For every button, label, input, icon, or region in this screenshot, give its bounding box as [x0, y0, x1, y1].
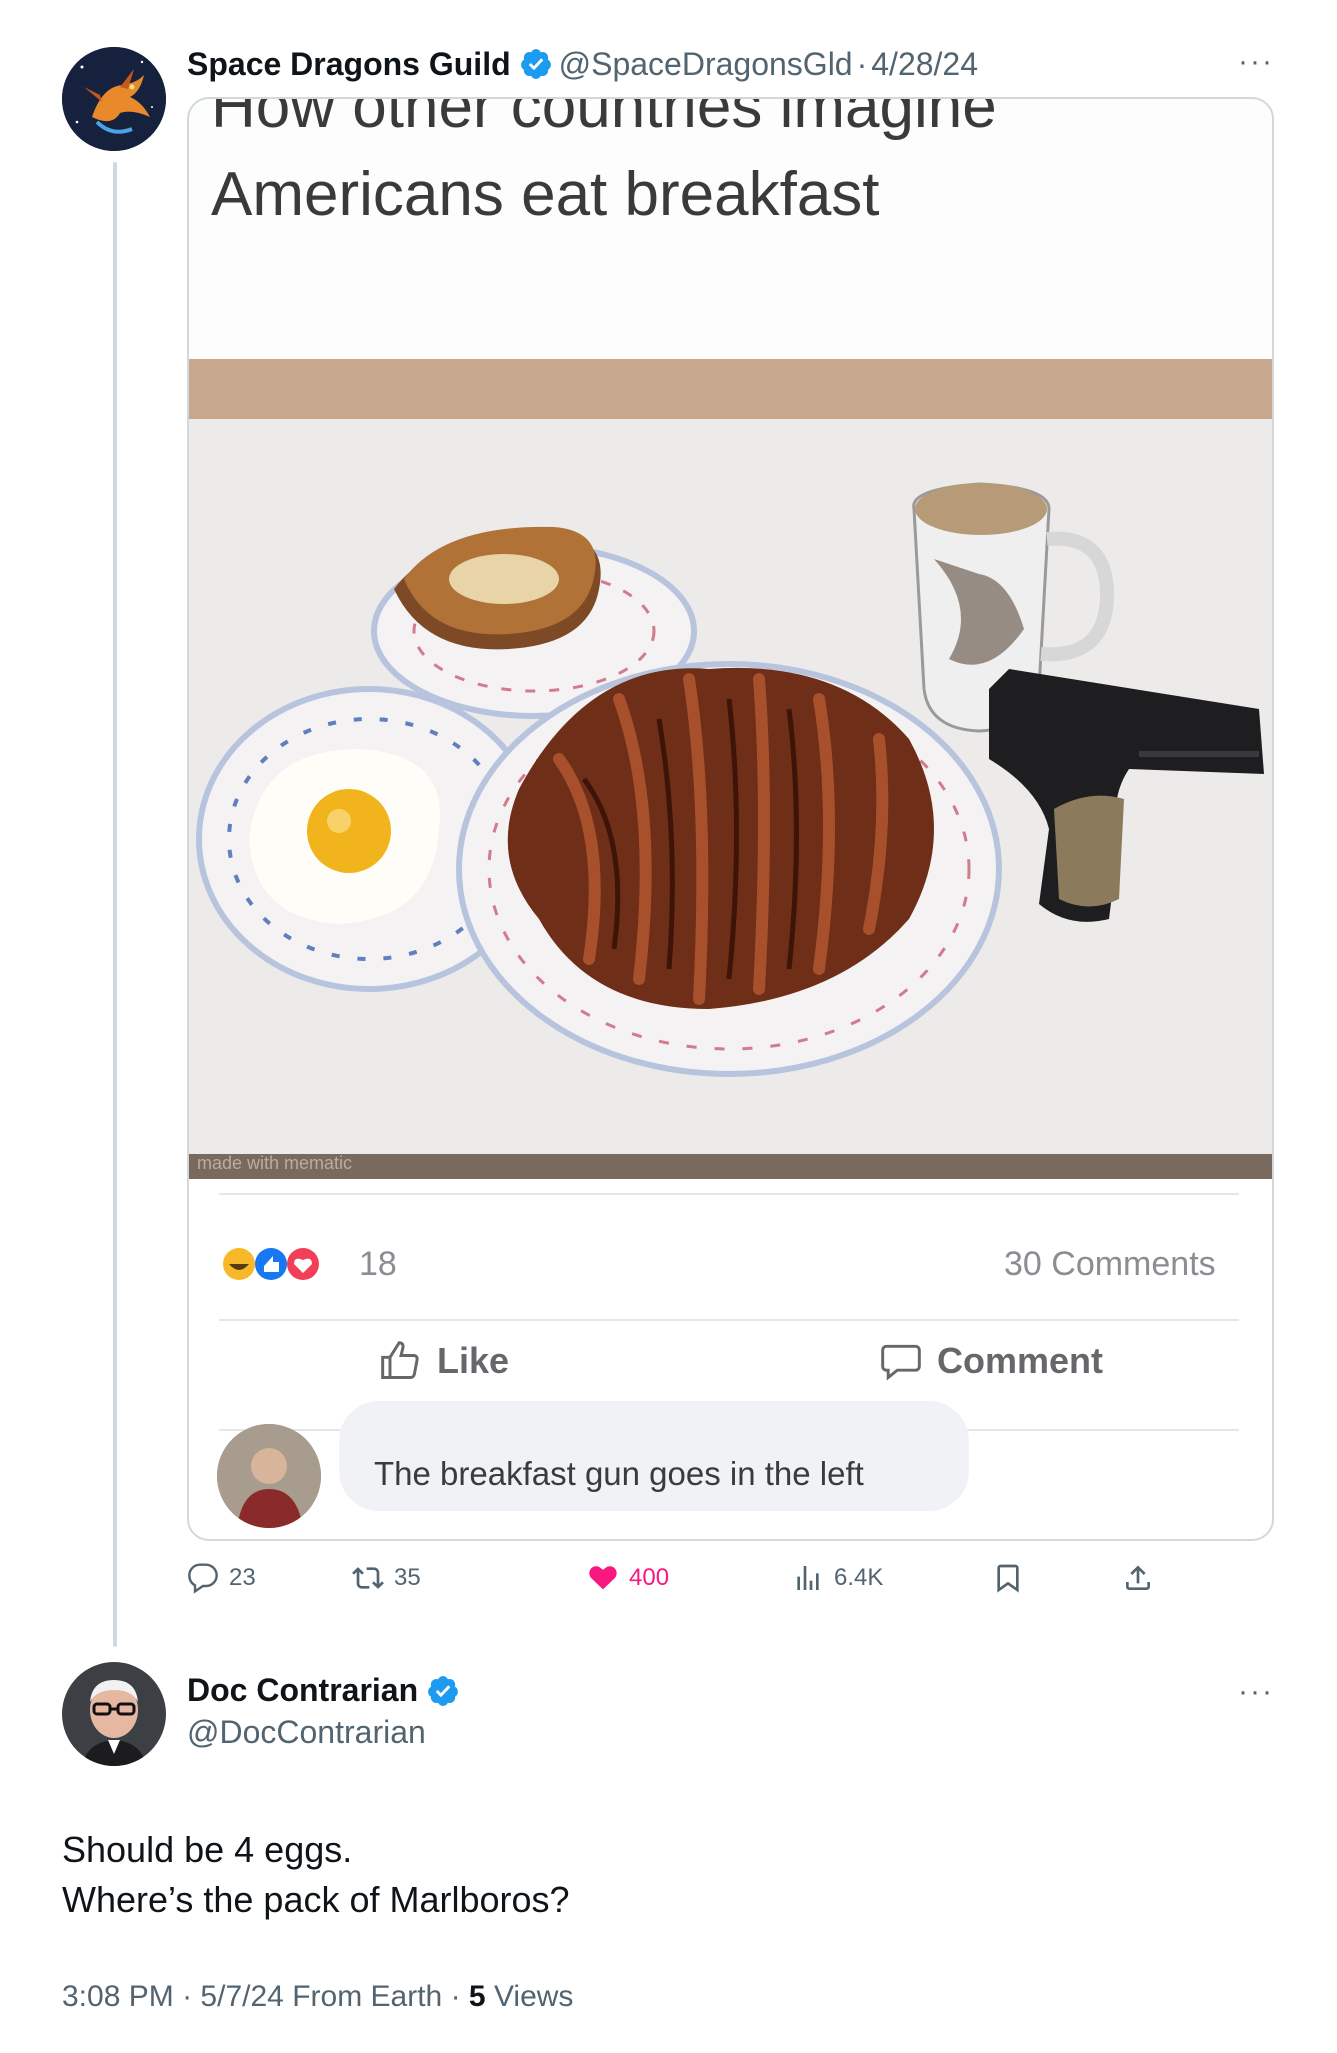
separator-dot: · — [182, 1980, 193, 2013]
fb-divider — [219, 1319, 1239, 1321]
separator-dot: · — [450, 1980, 461, 2013]
tweet1-media-card[interactable]: How other countries imagine Americans ea… — [187, 97, 1274, 1541]
tweet2-views-label: Views — [493, 1980, 574, 2013]
tweet1-more-button[interactable]: ··· — [1238, 47, 1274, 77]
verified-badge-icon — [520, 49, 551, 79]
share-upload-icon — [1126, 1565, 1150, 1590]
like-count: 400 — [629, 1564, 670, 1591]
fb-comments-count: 30 Comments — [1004, 1245, 1216, 1283]
tweet2-body-line2: Where’s the pack of Marlboros? — [62, 1879, 570, 1920]
tweet1-action-bar: 23 35 400 6.4K — [187, 1562, 1187, 1602]
tweet2-handle[interactable]: @DocContrarian — [187, 1714, 426, 1751]
fb-like-button: Like — [379, 1339, 509, 1383]
tweet2-metadata: 3:08 PM · 5/7/24 From Earth · 5 Views — [62, 1980, 573, 2014]
tweet2-date[interactable]: 5/7/24 — [200, 1980, 283, 2013]
person-avatar-icon — [62, 1662, 166, 1766]
fb-reaction-count: 18 — [359, 1245, 397, 1283]
thumbs-up-icon — [381, 1341, 419, 1379]
meme-caption-line1: How other countries imagine — [211, 97, 997, 141]
tweet2-views-count: 5 — [468, 1980, 486, 2013]
tweet2-author-name[interactable]: Doc Contrarian — [187, 1672, 418, 1709]
bookmark-button[interactable] — [992, 1562, 1024, 1594]
tweet2-source: From Earth — [292, 1980, 443, 2013]
fb-like-label: Like — [437, 1340, 510, 1381]
meme-caption-line2: Americans eat breakfast — [211, 160, 880, 229]
tweet1-handle[interactable]: @SpaceDragonsGld — [559, 46, 853, 83]
retweet-button[interactable]: 35 — [352, 1562, 421, 1594]
verified-badge-icon — [428, 1675, 459, 1706]
fb-reactions-icon — [223, 1248, 319, 1280]
reply-icon — [188, 1563, 218, 1594]
comment-bubble-icon — [881, 1344, 921, 1381]
retweet-count: 35 — [394, 1564, 421, 1591]
tweet2-body-line1: Should be 4 eggs. — [62, 1829, 353, 1870]
breakfast-photo: made with mematic — [189, 359, 1272, 1179]
tweet2-body: Should be 4 eggs. Where’s the pack of Ma… — [62, 1825, 570, 1925]
thread-connector-line — [113, 162, 117, 1647]
dragon-avatar-icon — [62, 47, 166, 151]
reply-button[interactable]: 23 — [187, 1562, 256, 1594]
tweet1-date[interactable]: 4/28/24 — [871, 46, 978, 83]
tweet1-author-name[interactable]: Space Dragons Guild — [187, 46, 511, 83]
views-count: 6.4K — [834, 1564, 884, 1591]
doc-contrarian-avatar[interactable] — [62, 1662, 166, 1766]
share-button[interactable] — [1122, 1562, 1154, 1594]
meme-watermark: made with mematic — [197, 1153, 352, 1173]
person-avatar-icon — [217, 1424, 321, 1528]
fb-comment-button: Comment — [879, 1339, 1103, 1383]
views-chart-icon — [797, 1566, 819, 1590]
fb-comment-label: Comment — [937, 1340, 1104, 1381]
bookmark-icon — [997, 1564, 1019, 1593]
tweet2-more-button[interactable]: ··· — [1238, 1677, 1274, 1707]
tweet2-time[interactable]: 3:08 PM — [62, 1980, 174, 2013]
fb-comment-text: The breakfast gun goes in the left — [374, 1455, 864, 1492]
meme-caption: How other countries imagine Americans ea… — [211, 97, 997, 231]
fb-commenter-avatar — [217, 1424, 321, 1528]
facebook-post-footer: 18 30 Comments Like Comment The breakfas… — [189, 1179, 1272, 1539]
separator-dot: · — [856, 45, 868, 82]
heart-filled-icon — [589, 1566, 617, 1590]
reply-count: 23 — [229, 1564, 256, 1591]
tweet1-header: Space Dragons Guild @SpaceDragonsGld · 4… — [187, 42, 978, 86]
fb-divider — [219, 1193, 1239, 1195]
tweet2-author-row: Doc Contrarian — [187, 1672, 466, 1709]
views-button[interactable]: 6.4K — [792, 1562, 883, 1594]
space-dragons-avatar[interactable] — [62, 47, 166, 151]
retweet-icon — [352, 1567, 384, 1589]
like-button[interactable]: 400 — [587, 1562, 669, 1594]
